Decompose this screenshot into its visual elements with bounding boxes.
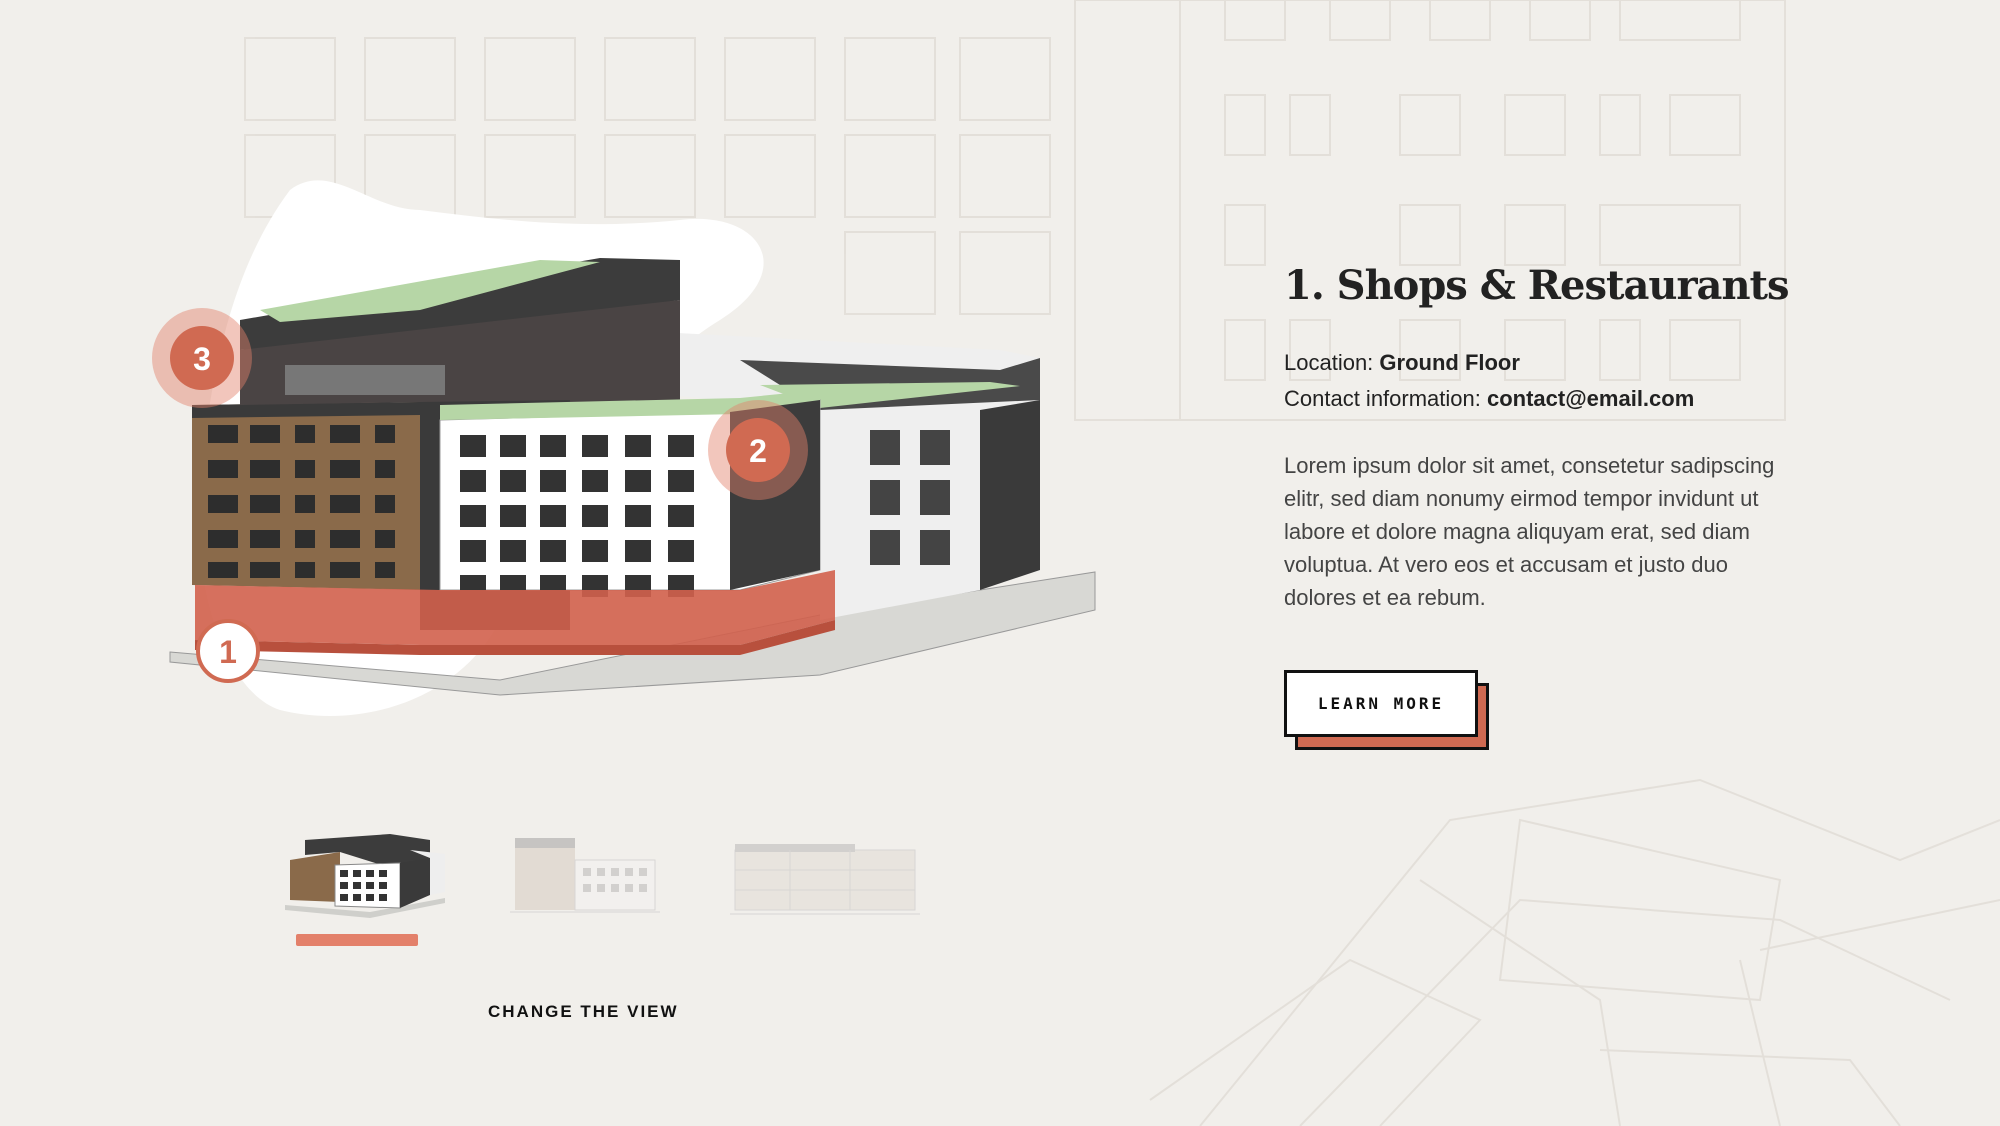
contact-label: Contact information: [1284, 386, 1487, 411]
svg-text:3: 3 [193, 341, 211, 377]
svg-text:1: 1 [219, 634, 237, 670]
section-title: 1. Shops & Restaurants [1284, 262, 1790, 309]
svg-text:2: 2 [749, 433, 767, 469]
learn-more-button[interactable]: LEARN MORE [1284, 670, 1478, 737]
change-view-label: CHANGE THE VIEW [488, 1002, 679, 1021]
location-label: Location: [1284, 350, 1380, 375]
location-value: Ground Floor [1379, 350, 1520, 375]
marker-3[interactable]: 3 [152, 308, 252, 408]
view-thumbnail-2[interactable] [505, 830, 665, 920]
description-text: Lorem ipsum dolor sit amet, consetetur s… [1284, 453, 1775, 610]
view-thumbnail-3[interactable] [730, 830, 920, 920]
marker-1[interactable]: 1 [196, 619, 260, 683]
active-view-indicator [296, 934, 418, 946]
learn-more-button-wrapper: LEARN MORE [1284, 670, 1489, 750]
location-line: Location: Ground Floor [1284, 345, 1824, 381]
marker-2[interactable]: 2 [708, 400, 808, 500]
building-illustration: 3 2 1 [120, 150, 1120, 800]
info-panel: 1. Shops & Restaurants Location: Ground … [1284, 262, 1824, 614]
contact-email-link[interactable]: contact@email.com [1487, 386, 1694, 411]
contact-line: Contact information: contact@email.com [1284, 381, 1824, 417]
view-thumbnail-1[interactable] [280, 830, 450, 920]
